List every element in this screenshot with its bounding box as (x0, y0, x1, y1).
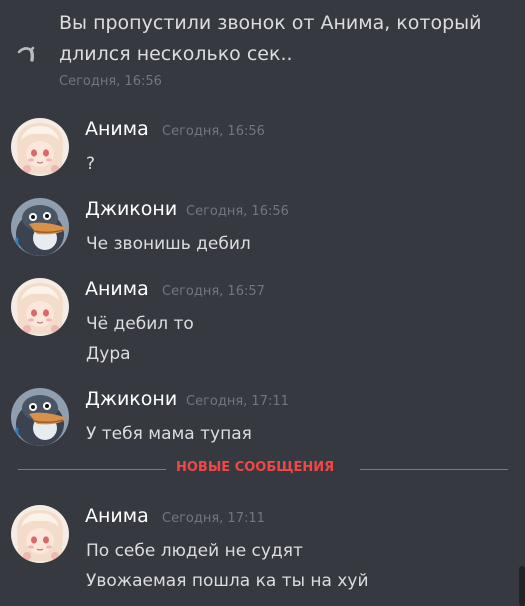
message-author[interactable]: Анима (85, 278, 149, 300)
message-group: Джикони Сегодня, 17:11 У тебя мама тупая (0, 388, 525, 458)
missed-call-timestamp: Сегодня, 16:56 (59, 74, 162, 89)
message-text: Чё дебил то (86, 314, 194, 334)
message-timestamp: Сегодня, 17:11 (162, 511, 265, 526)
message-author[interactable]: Анима (85, 118, 149, 140)
message-timestamp: Сегодня, 16:56 (162, 124, 265, 139)
message-timestamp: Сегодня, 17:11 (186, 394, 289, 409)
avatar-penguin[interactable] (11, 198, 69, 256)
message-group: Анима Сегодня, 17:11 По себе людей не су… (0, 505, 525, 605)
missed-call-text: Вы пропустили звонок от Анима, который д… (59, 8, 509, 70)
message-group: Анима Сегодня, 16:56 ? (0, 118, 525, 188)
message-text: По себе людей не судят (86, 541, 303, 561)
divider-line-right (360, 469, 508, 470)
message-text: ? (86, 154, 96, 174)
new-messages-label: НОВЫЕ СООБЩЕНИЯ (176, 460, 335, 475)
message-timestamp: Сегодня, 16:56 (186, 204, 289, 219)
avatar-anime-girl[interactable] (11, 118, 69, 176)
divider-line-left (18, 469, 166, 470)
message-timestamp: Сегодня, 16:57 (162, 284, 265, 299)
new-messages-divider: НОВЫЕ СООБЩЕНИЯ (0, 458, 525, 480)
message-author[interactable]: Джикони (85, 198, 177, 220)
message-text: Увожаемая пошла ка ты на хуй (86, 571, 369, 591)
avatar-anime-girl[interactable] (11, 505, 69, 563)
missed-call-text-line-1: Вы пропустили звонок от Анима, который (59, 12, 482, 34)
message-group: Джикони Сегодня, 16:56 Че звонишь дебил (0, 198, 525, 268)
avatar-penguin[interactable] (11, 388, 69, 446)
missed-call-message: Вы пропустили звонок от Анима, который д… (0, 0, 525, 110)
message-group: Анима Сегодня, 16:57 Чё дебил то Дура (0, 278, 525, 378)
message-author[interactable]: Джикони (85, 388, 177, 410)
message-text: Дура (86, 344, 131, 364)
missed-call-text-line-2: длился несколько сек.. (59, 43, 293, 65)
missed-call-icon (16, 44, 38, 64)
chat-messages[interactable]: Вы пропустили звонок от Анима, который д… (0, 0, 525, 606)
message-author[interactable]: Анима (85, 505, 149, 527)
avatar-anime-girl[interactable] (11, 278, 69, 336)
message-text: Че звонишь дебил (86, 234, 251, 254)
scrollbar[interactable] (519, 566, 525, 606)
message-text: У тебя мама тупая (86, 424, 252, 444)
